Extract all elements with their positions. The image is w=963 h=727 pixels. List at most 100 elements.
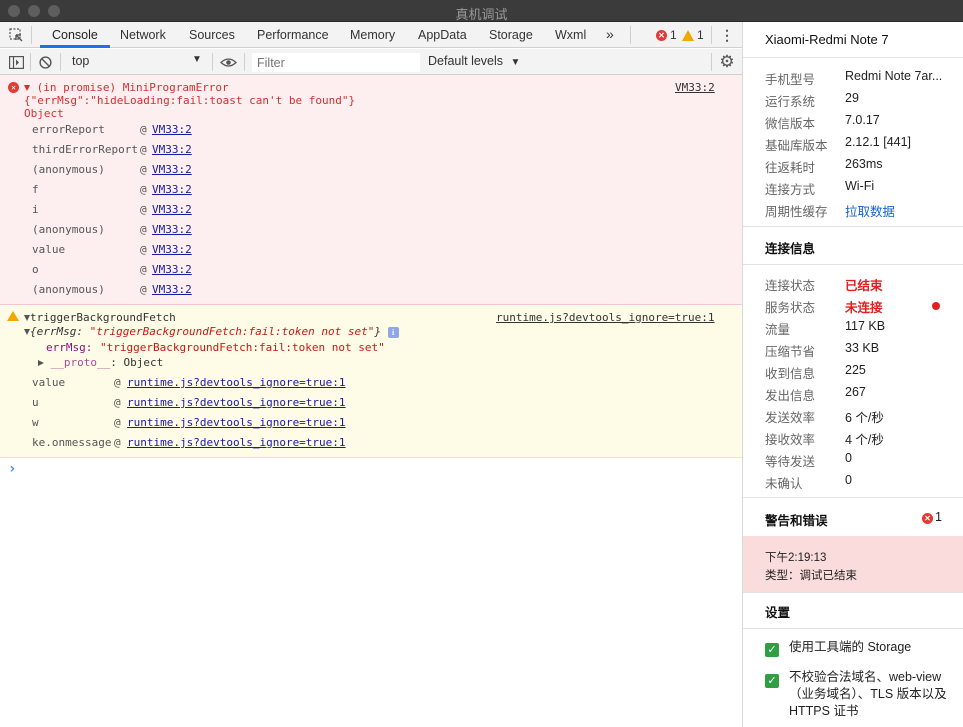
- object-property-key: errMsg:: [46, 341, 99, 354]
- info-value: 33 KB: [845, 341, 880, 355]
- alert-time: 下午2:19:13: [765, 552, 827, 564]
- stack-frame-fn: (anonymous): [32, 283, 105, 296]
- info-value: 0: [845, 473, 852, 487]
- info-value: 29: [845, 91, 859, 105]
- stack-frame-link[interactable]: VM33:2: [152, 183, 192, 196]
- tab-performance[interactable]: Performance: [257, 28, 329, 42]
- tab-console[interactable]: Console: [52, 28, 98, 42]
- tab-network[interactable]: Network: [120, 28, 166, 42]
- clear-console-icon[interactable]: [37, 54, 53, 70]
- more-options-icon[interactable]: ⋮: [720, 27, 734, 43]
- error-header[interactable]: (in promise) MiniProgramError: [24, 81, 229, 94]
- error-json-message: {"errMsg":"hideLoading:fail:toast can't …: [24, 94, 356, 107]
- tab-memory[interactable]: Memory: [350, 28, 395, 42]
- tab-storage[interactable]: Storage: [489, 28, 533, 42]
- devtools-tabbar: Console Network Sources Performance Memo…: [0, 22, 742, 48]
- stack-frame-link[interactable]: VM33:2: [152, 143, 192, 156]
- info-label: 微信版本: [765, 117, 816, 131]
- inspect-element-icon[interactable]: [8, 27, 24, 43]
- info-label: 未确认: [765, 477, 803, 491]
- proto-row[interactable]: __proto__: Object: [38, 356, 163, 369]
- info-label: 流量: [765, 323, 791, 337]
- error-icon: ✕: [922, 513, 933, 524]
- devtools-pane: Console Network Sources Performance Memo…: [0, 22, 742, 727]
- gear-icon[interactable]: ⚙: [718, 52, 736, 71]
- warning-count-badge[interactable]: 1: [682, 28, 704, 42]
- warning-message: triggerBackgroundFetch runtime.js?devtoo…: [0, 306, 742, 458]
- stack-frame-at: @: [140, 243, 147, 256]
- stack-frame-link[interactable]: VM33:2: [152, 203, 192, 216]
- stack-frame-link[interactable]: VM33:2: [152, 163, 192, 176]
- stack-frame-at: @: [114, 436, 121, 449]
- stack-frame-fn: u: [32, 396, 39, 409]
- stack-frame-link[interactable]: VM33:2: [152, 243, 192, 256]
- context-value: top: [72, 54, 90, 68]
- info-value: 117 KB: [845, 319, 886, 333]
- stack-frame-at: @: [114, 416, 121, 429]
- info-value: 267: [845, 385, 866, 399]
- pull-data-link[interactable]: 拉取数据: [845, 201, 895, 220]
- eye-icon[interactable]: [219, 54, 237, 70]
- connection-section-title: 连接信息: [765, 242, 816, 256]
- alerts-count: 1: [935, 510, 942, 524]
- settings-section-title: 设置: [765, 606, 791, 620]
- stack-frame-at: @: [114, 396, 121, 409]
- sidebar-toggle-icon[interactable]: [8, 54, 24, 70]
- error-icon: ✕: [656, 29, 667, 41]
- chevron-down-icon: ▼: [192, 54, 202, 65]
- console-output: ✕ (in promise) MiniProgramError VM33:2 {…: [0, 75, 742, 727]
- stack-frame-at: @: [140, 163, 147, 176]
- error-count-badge[interactable]: ✕ 1: [656, 28, 677, 42]
- error-icon: ✕: [8, 82, 19, 93]
- alert-type: 类型：调试已结束: [765, 570, 857, 582]
- info-value: 0: [845, 451, 852, 465]
- storage-checkbox-label: 使用工具端的 Storage: [789, 640, 912, 654]
- stack-frame-link[interactable]: runtime.js?devtools_ignore=true:1: [127, 396, 346, 409]
- warning-source-link[interactable]: runtime.js?devtools_ignore=true:1: [496, 311, 715, 324]
- stack-frame-at: @: [140, 283, 147, 296]
- info-label: 压缩节省: [765, 345, 816, 359]
- log-levels-dropdown[interactable]: Default levels ▼: [428, 54, 520, 68]
- stack-frame-link[interactable]: VM33:2: [152, 223, 192, 236]
- tab-appdata[interactable]: AppData: [418, 28, 467, 42]
- stack-frame-at: @: [140, 183, 147, 196]
- stack-frame-link[interactable]: VM33:2: [152, 123, 192, 136]
- stack-frame-link[interactable]: runtime.js?devtools_ignore=true:1: [127, 416, 346, 429]
- alert-entry[interactable]: 下午2:19:13 类型：调试已结束: [743, 536, 963, 592]
- info-label: 运行系统: [765, 95, 816, 109]
- info-value: 225: [845, 363, 866, 377]
- stack-frame-fn: f: [32, 183, 39, 196]
- error-source-link[interactable]: VM33:2: [675, 81, 715, 94]
- info-value: 2.12.1 [441]: [845, 135, 912, 149]
- more-tabs-button[interactable]: »: [606, 26, 614, 42]
- info-icon: i: [387, 327, 399, 338]
- log-levels-label: Default levels: [428, 54, 504, 68]
- device-title: Xiaomi-Redmi Note 7: [765, 32, 889, 47]
- stack-frame-fn: ke.onmessage: [32, 436, 112, 449]
- stack-frame-fn: value: [32, 376, 66, 389]
- alerts-section-title: 警告和错误: [765, 514, 828, 528]
- info-label: 连接状态: [765, 279, 816, 293]
- domain-check-checkbox[interactable]: ✓: [765, 674, 779, 688]
- window-title: 真机调试: [455, 7, 508, 22]
- warning-header[interactable]: triggerBackgroundFetch: [24, 311, 176, 324]
- filter-input[interactable]: [252, 53, 420, 72]
- info-value: 263ms: [845, 157, 883, 171]
- warning-object[interactable]: {errMsg: "triggerBackgroundFetch:fail:to…: [24, 325, 399, 338]
- warning-icon: [682, 29, 694, 41]
- stack-frame-link[interactable]: VM33:2: [152, 263, 192, 276]
- info-value: 4 个/秒: [845, 433, 884, 447]
- active-tab-indicator: [40, 45, 110, 48]
- console-prompt[interactable]: ›: [8, 461, 16, 477]
- error-object-label[interactable]: Object: [24, 107, 64, 120]
- stack-frame-link[interactable]: runtime.js?devtools_ignore=true:1: [127, 376, 346, 389]
- stack-frame-at: @: [114, 376, 121, 389]
- stack-frame-link[interactable]: VM33:2: [152, 283, 192, 296]
- stack-frame-link[interactable]: runtime.js?devtools_ignore=true:1: [127, 436, 346, 449]
- context-select[interactable]: top ▼: [66, 53, 206, 71]
- tab-wxml[interactable]: Wxml: [555, 28, 586, 42]
- info-label: 等待发送: [765, 455, 816, 469]
- stack-frame-fn: errorReport: [32, 123, 105, 136]
- storage-checkbox[interactable]: ✓: [765, 643, 779, 657]
- tab-sources[interactable]: Sources: [189, 28, 235, 42]
